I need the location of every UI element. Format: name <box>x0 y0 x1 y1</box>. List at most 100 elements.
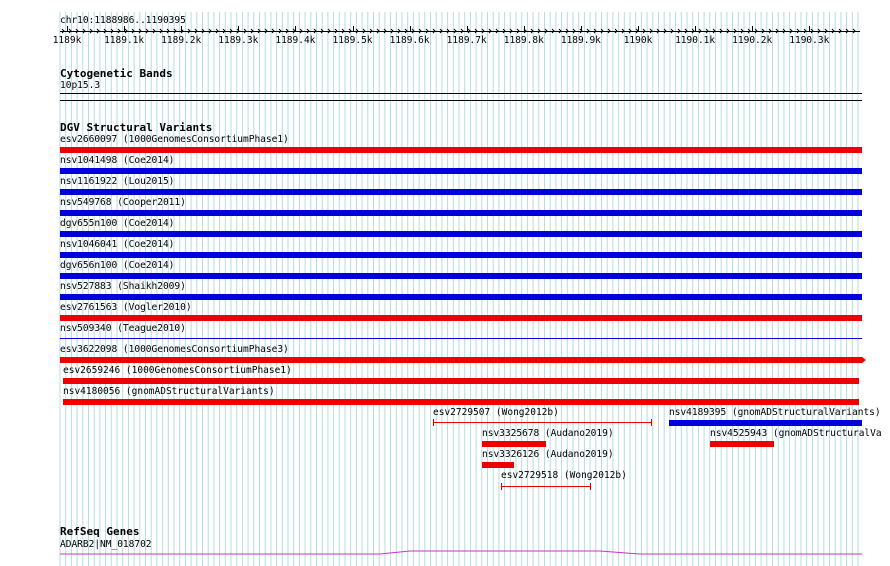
strand-arrow <box>824 28 828 34</box>
strand-arrow <box>803 28 807 34</box>
variant-label[interactable]: esv2659246 (1000GenomesConsortiumPhase1) <box>63 365 292 376</box>
variant-interval[interactable] <box>501 483 591 490</box>
strand-arrow <box>586 28 590 34</box>
strand-arrow <box>320 28 324 34</box>
strand-arrow <box>558 28 562 34</box>
variant-label[interactable]: nsv4180056 (gnomADStructuralVariants) <box>63 386 275 397</box>
strand-arrow <box>670 28 674 34</box>
variant-bar[interactable] <box>60 252 862 258</box>
variant-bar[interactable] <box>60 315 862 321</box>
ruler-tick-label: 1189k <box>52 35 82 46</box>
variant-label[interactable]: nsv4189395 (gnomADStructuralVariants) <box>669 407 881 418</box>
interval-cap-left <box>433 419 434 426</box>
ruler-tick <box>466 26 468 32</box>
variant-label[interactable]: esv2660097 (1000GenomesConsortiumPhase1) <box>60 134 289 145</box>
variant-label[interactable]: dgv655n100 (Coe2014) <box>60 218 174 229</box>
strand-arrow <box>299 28 303 34</box>
strand-arrow <box>376 28 380 34</box>
strand-arrow <box>96 28 100 34</box>
strand-arrow <box>117 28 121 34</box>
strand-arrow <box>306 28 310 34</box>
strand-arrow <box>516 28 520 34</box>
variant-label[interactable]: nsv1046041 (Coe2014) <box>60 239 174 250</box>
variant-bar[interactable] <box>60 147 862 153</box>
variant-bar[interactable] <box>60 357 862 363</box>
variant-bar[interactable] <box>60 189 862 195</box>
variant-label[interactable]: nsv527883 (Shaikh2009) <box>60 281 186 292</box>
dgv-track-title[interactable]: DGV Structural Variants <box>60 122 212 134</box>
variant-bar[interactable] <box>63 378 859 384</box>
cytoband-bar-bottom <box>60 100 862 101</box>
strand-arrow <box>453 28 457 34</box>
variant-label[interactable]: dgv656n100 (Coe2014) <box>60 260 174 271</box>
strand-arrow <box>831 28 835 34</box>
strand-arrow <box>89 28 93 34</box>
variant-label[interactable]: esv2729518 (Wong2012b) <box>501 470 627 481</box>
strand-arrow <box>82 28 86 34</box>
strand-arrow <box>614 28 618 34</box>
variant-label[interactable]: esv2729507 (Wong2012b) <box>433 407 559 418</box>
variant-bar[interactable] <box>60 168 862 174</box>
strand-arrow <box>495 28 499 34</box>
strand-arrow <box>159 28 163 34</box>
ruler-tick-label: 1190.2k <box>732 35 773 46</box>
variant-bar[interactable] <box>60 210 862 216</box>
strand-arrow <box>131 28 135 34</box>
ruler-tick-label: 1190k <box>623 35 653 46</box>
strand-arrow <box>705 28 709 34</box>
variant-bar[interactable] <box>482 462 514 468</box>
cytoband-bar-top <box>60 93 862 94</box>
strand-arrow <box>474 28 478 34</box>
coordinate-ruler[interactable]: 1189k 1189.1k 1189.2k 1189.3k 1189.4k 1189.5k… <box>0 26 890 48</box>
variant-bar[interactable] <box>60 273 862 279</box>
variant-bar[interactable] <box>60 231 862 237</box>
variant-label[interactable]: esv3622098 (1000GenomesConsortiumPhase3) <box>60 344 289 355</box>
strand-arrow <box>68 28 72 34</box>
strand-arrow <box>796 28 800 34</box>
variant-bar[interactable] <box>710 441 774 447</box>
strand-arrow <box>439 28 443 34</box>
strand-arrow <box>327 28 331 34</box>
ruler-tick-label: 1189.3k <box>218 35 259 46</box>
strand-arrow <box>488 28 492 34</box>
variant-label[interactable]: esv2761563 (Vogler2010) <box>60 302 192 313</box>
refseq-gene-line[interactable] <box>0 546 890 560</box>
variant-bar[interactable] <box>63 399 859 405</box>
variant-label[interactable]: nsv4525943 (gnomADStructuralVa <box>710 428 882 439</box>
strand-arrow <box>754 28 758 34</box>
variant-label[interactable]: nsv3325678 (Audano2019) <box>482 428 614 439</box>
ruler-tick-label: 1189.1k <box>104 35 145 46</box>
variant-interval[interactable] <box>433 419 652 426</box>
strand-arrow <box>362 28 366 34</box>
variant-bar[interactable] <box>60 294 862 300</box>
strand-arrow <box>425 28 429 34</box>
strand-arrow <box>733 28 737 34</box>
strand-arrow <box>75 28 79 34</box>
strand-arrow <box>698 28 702 34</box>
strand-arrow <box>726 28 730 34</box>
ruler-tick <box>523 26 525 32</box>
refseq-track-title[interactable]: RefSeq Genes <box>60 526 139 538</box>
strand-arrow <box>313 28 317 34</box>
strand-arrow <box>467 28 471 34</box>
cytobands-track-title[interactable]: Cytogenetic Bands <box>60 68 173 80</box>
variant-label[interactable]: nsv1041498 (Coe2014) <box>60 155 174 166</box>
variant-line[interactable] <box>60 338 862 339</box>
variant-label[interactable]: nsv509340 (Teague2010) <box>60 323 186 334</box>
strand-arrow <box>649 28 653 34</box>
variant-label[interactable]: nsv549768 (Cooper2011) <box>60 197 186 208</box>
ruler-tick-label: 1189.7k <box>446 35 487 46</box>
variant-label[interactable]: nsv1161922 (Lou2015) <box>60 176 174 187</box>
variant-bar[interactable] <box>669 420 862 426</box>
strand-arrow <box>208 28 212 34</box>
strand-arrow <box>348 28 352 34</box>
strand-arrow <box>201 28 205 34</box>
variant-bar[interactable] <box>482 441 546 447</box>
strand-arrow <box>418 28 422 34</box>
strand-arrow <box>789 28 793 34</box>
strand-arrow <box>152 28 156 34</box>
strand-arrow <box>544 28 548 34</box>
ruler-tick-label: 1189.4k <box>275 35 316 46</box>
interval-cap-left <box>501 483 502 490</box>
variant-label[interactable]: nsv3326126 (Audano2019) <box>482 449 614 460</box>
